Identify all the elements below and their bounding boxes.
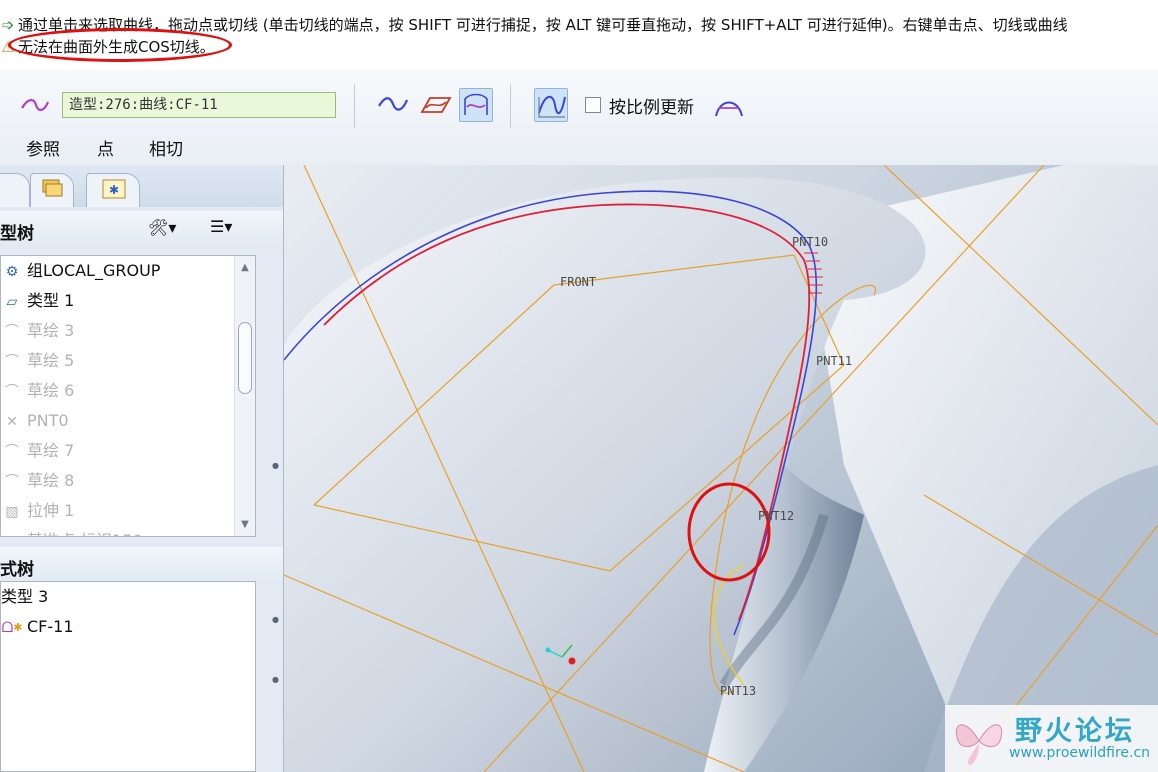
- model-tree-item-label: 草绘 3: [27, 321, 75, 340]
- model-tree-item[interactable]: ✕ 基准点 标识150: [1, 526, 255, 536]
- model-tree-scrollbar[interactable]: ▲ ▼: [234, 256, 255, 536]
- planar-curve-button[interactable]: [418, 88, 452, 122]
- watermark-url: www.proewildfire.cn: [1009, 745, 1151, 761]
- separator: [354, 84, 355, 128]
- model-tree-item[interactable]: ⌒ 草绘 7: [1, 436, 255, 466]
- sketch-icon: ⌒: [5, 444, 19, 460]
- model-tree-item-label: 基准点 标识150: [27, 531, 143, 536]
- panel-splitter[interactable]: ●: [272, 615, 279, 624]
- proportional-update-checkbox[interactable]: [585, 97, 601, 113]
- datum-label-pnt12: PNT12: [758, 509, 795, 523]
- curve-icon: [21, 99, 50, 111]
- style-icon: ▱: [6, 294, 18, 310]
- tab-model-tree[interactable]: [0, 173, 30, 207]
- butterfly-logo-icon: [955, 724, 1003, 765]
- datum-point-icon: ✕: [1, 527, 23, 536]
- panel-splitter[interactable]: ●: [272, 675, 279, 684]
- model-tree-item[interactable]: ✕ PNT0: [1, 406, 255, 436]
- model-tree-item-label: PNT0: [27, 411, 69, 430]
- model-tree-item-label: 拉伸 1: [27, 501, 75, 520]
- svg-text:✱: ✱: [109, 183, 119, 197]
- model-tree-list: ⚙ 组LOCAL_GROUP ▱ 类型 1 ⌒ 草绘 3 ⌒ 草绘 5 ⌒ 草绘 6 ✕ PNT0 ⌒ 草…: [1, 256, 255, 536]
- tab-favorites[interactable]: ✱: [86, 173, 140, 207]
- panel-splitter[interactable]: ●: [272, 461, 279, 470]
- tab-folder-browser[interactable]: [30, 173, 74, 207]
- curve-reference-field[interactable]: 造型:276:曲线:CF-11: [62, 92, 336, 118]
- style-tree-item-root[interactable]: 类型 3: [1, 582, 255, 612]
- sketch-icon: ⌒: [5, 354, 19, 370]
- watermark-title: 野火论坛: [1015, 716, 1135, 747]
- datum-label-pnt10: PNT10: [792, 235, 829, 249]
- curvature-button[interactable]: [534, 88, 568, 122]
- model-tree-item[interactable]: ⌒ 草绘 6: [1, 376, 255, 406]
- dashboard-toolbar: 造型:276:曲线:CF-11 按比例更新 参照 点 相切: [0, 70, 1158, 166]
- model-tree-header: 型树 🛠▾ ☰▾: [0, 211, 283, 247]
- style-tree: 类型 3 ᗝ✱ CF-11: [0, 581, 256, 772]
- scroll-up-icon[interactable]: ▲: [235, 262, 255, 273]
- model-tree-item[interactable]: ▱ 类型 1: [1, 286, 255, 316]
- cos-curve-icon: [464, 93, 488, 115]
- model-tree-item[interactable]: ▧ 拉伸 1: [1, 496, 255, 526]
- model-tree-item[interactable]: ⚙ 组LOCAL_GROUP: [1, 256, 255, 286]
- style-tree-header: 式树: [0, 547, 283, 583]
- sketch-icon: ⌒: [5, 324, 19, 340]
- navigator-tabs: ✱: [0, 165, 283, 207]
- favorites-icon: ✱: [102, 179, 126, 199]
- scroll-down-icon[interactable]: ▼: [235, 519, 255, 530]
- extrude-icon: ▧: [5, 504, 19, 520]
- model-tree-item[interactable]: ⌒ 草绘 8: [1, 466, 255, 496]
- model-tree-title: 型树: [0, 224, 34, 244]
- model-tree-item[interactable]: ⌒ 草绘 3: [1, 316, 255, 346]
- model-view[interactable]: [284, 165, 1158, 772]
- annotation-ellipse: [8, 28, 232, 62]
- menu-points[interactable]: 点: [97, 135, 114, 160]
- curve-options-button[interactable]: [712, 90, 746, 124]
- cos-curve-button[interactable]: [459, 88, 493, 122]
- navigator-panel: ✱ 型树 🛠▾ ☰▾ ⚙ 组LOCAL_GROUP ▱ 类型 1 ⌒ 草绘 3 ⌒ 草绘 5 ⌒…: [0, 165, 284, 772]
- style-tree-item-curve[interactable]: ᗝ✱ CF-11: [1, 612, 255, 642]
- model-tree-item-label: 草绘 6: [27, 381, 75, 400]
- curvature-icon: [538, 95, 566, 118]
- model-tree-item-label: 类型 1: [27, 291, 75, 310]
- model-tree: ⚙ 组LOCAL_GROUP ▱ 类型 1 ⌒ 草绘 3 ⌒ 草绘 5 ⌒ 草绘 6 ✕ PNT0 ⌒ 草…: [0, 255, 256, 537]
- menu-tangent[interactable]: 相切: [149, 135, 183, 160]
- free-curve-button[interactable]: [376, 88, 410, 122]
- datum-label-pnt13: PNT13: [720, 684, 757, 698]
- scroll-thumb[interactable]: [238, 322, 252, 394]
- menu-references[interactable]: 参照: [26, 135, 60, 160]
- tree-settings-button[interactable]: 🛠▾: [148, 218, 176, 237]
- model-tree-item-label: 草绘 7: [27, 441, 75, 460]
- datum-label-pnt11: PNT11: [816, 354, 853, 368]
- model-tree-item-label: 组LOCAL_GROUP: [27, 261, 161, 280]
- graphics-window[interactable]: PNT10 FRONT PNT11 PNT12 PNT13: [284, 165, 1158, 772]
- show-columns-button[interactable]: ☰▾: [210, 217, 232, 236]
- model-tree-item-label: 草绘 8: [27, 471, 75, 490]
- message-area: ➩ 通过单击来选取曲线，拖动点或切线 (单击切线的端点，按 SHIFT 可进行捕捉…: [0, 0, 1158, 70]
- model-tree-item-label: 草绘 5: [27, 351, 75, 370]
- sketch-icon: ⌒: [5, 474, 19, 490]
- group-icon: ⚙: [5, 264, 19, 280]
- cos-curve-icon: ᗝ✱: [1, 620, 23, 636]
- sketch-icon: ⌒: [5, 384, 19, 400]
- separator: [510, 84, 511, 128]
- datum-point-icon: ✕: [6, 414, 18, 430]
- datum-label-front: FRONT: [560, 275, 597, 289]
- model-tree-item[interactable]: ⌒ 草绘 5: [1, 346, 255, 376]
- forum-watermark: 野火论坛 www.proewildfire.cn: [945, 705, 1158, 772]
- style-tree-title: 式树: [0, 560, 34, 580]
- arrow-right-icon: ➩: [1, 16, 15, 34]
- folders-icon: [42, 179, 63, 197]
- proportional-update-label: 按比例更新: [609, 98, 694, 118]
